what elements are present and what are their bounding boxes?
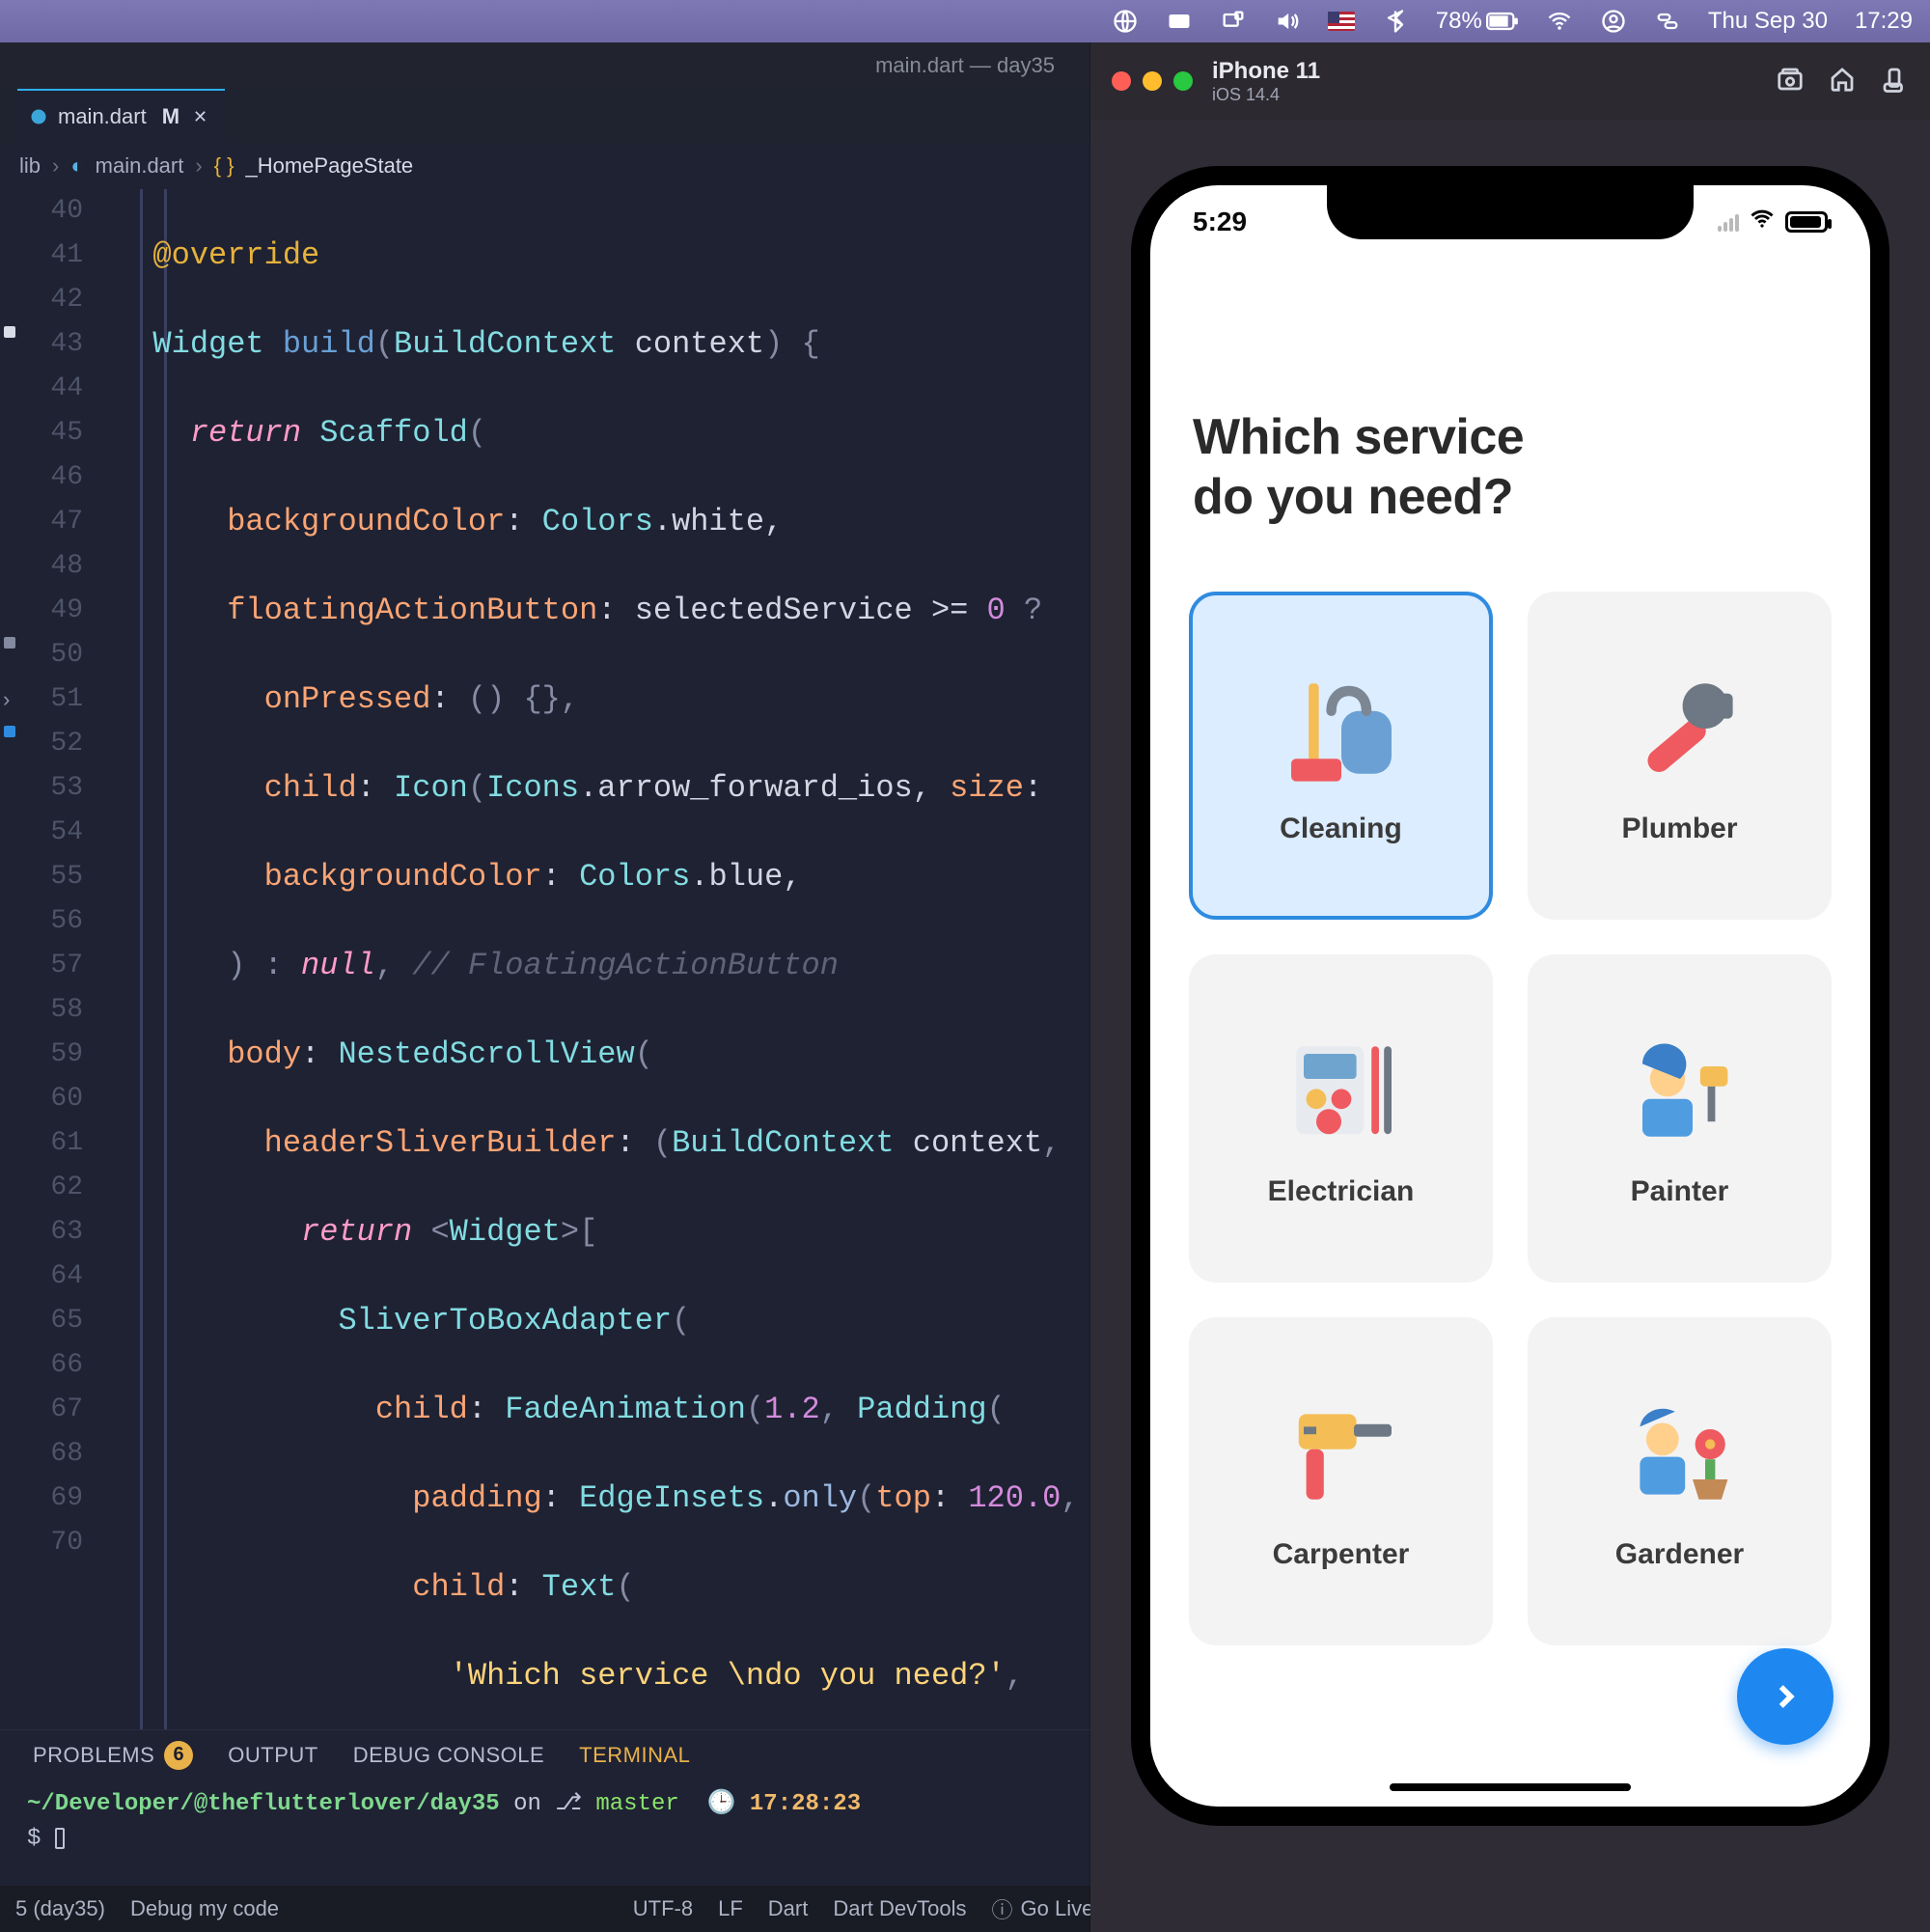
chevron-right-icon: › [195, 153, 202, 179]
dart-file-icon: ◐ [70, 153, 83, 179]
bluetooth-icon[interactable] [1382, 8, 1409, 35]
terminal-time: 17:28:23 [750, 1791, 861, 1817]
symbol-class-icon: { } [214, 153, 234, 179]
panel-tab-problems[interactable]: PROBLEMS 6 [33, 1741, 193, 1770]
service-label: Carpenter [1273, 1538, 1410, 1571]
simulator-window: iPhone 11 iOS 14.4 5:29 [1090, 42, 1930, 1932]
service-label: Cleaning [1280, 813, 1402, 845]
mac-menubar: 78% Thu Sep 30 17:29 [0, 0, 1930, 42]
volume-icon[interactable] [1274, 8, 1301, 35]
input-flag-us[interactable] [1328, 12, 1355, 31]
arrow-forward-icon [1769, 1680, 1802, 1713]
menubar-time[interactable]: 17:29 [1855, 8, 1913, 35]
control-center-icon[interactable] [1654, 8, 1681, 35]
zoom-window-button[interactable] [1173, 71, 1193, 91]
service-card-electrician[interactable]: Electrician [1189, 954, 1493, 1283]
terminal-prompt: $ [27, 1826, 41, 1852]
service-grid: Cleaning Plumber Electri [1150, 528, 1870, 1684]
panel-tab-debug-console[interactable]: DEBUG CONSOLE [353, 1743, 544, 1768]
plumber-icon [1617, 666, 1743, 791]
display-icon[interactable] [1220, 8, 1247, 35]
tab-label: main.dart [58, 104, 147, 129]
phone-time: 5:29 [1193, 207, 1247, 237]
tab-modified-badge: M [162, 104, 179, 129]
painter-icon [1617, 1029, 1743, 1154]
service-card-carpenter[interactable]: Carpenter [1189, 1317, 1493, 1645]
dart-file-icon [29, 107, 48, 126]
service-card-painter[interactable]: Painter [1528, 954, 1832, 1283]
breadcrumb-file[interactable]: main.dart [96, 153, 184, 179]
home-icon[interactable] [1828, 65, 1857, 98]
service-label: Plumber [1621, 813, 1737, 845]
service-label: Electrician [1268, 1175, 1415, 1208]
sb-debug-config[interactable]: Debug my code [130, 1896, 279, 1921]
service-label: Painter [1631, 1175, 1729, 1208]
battery-icon [1785, 211, 1828, 233]
simulator-os-version: iOS 14.4 [1212, 85, 1320, 105]
phone-screen[interactable]: 5:29 Which service do you need? [1150, 185, 1870, 1807]
service-label: Gardener [1615, 1538, 1744, 1571]
service-card-cleaning[interactable]: Cleaning [1189, 592, 1493, 920]
problems-count-badge: 6 [164, 1741, 193, 1770]
sb-encoding[interactable]: UTF-8 [633, 1896, 693, 1921]
traffic-lights[interactable] [1112, 71, 1193, 91]
home-indicator[interactable] [1390, 1783, 1631, 1791]
phone-statusbar: 5:29 [1150, 203, 1870, 241]
terminal-cwd: ~/Developer/@theflutterlover/day35 [27, 1791, 500, 1817]
gardener-icon [1617, 1392, 1743, 1517]
simulator-titlebar[interactable]: iPhone 11 iOS 14.4 [1090, 42, 1930, 120]
sb-language[interactable]: Dart [768, 1896, 809, 1921]
app-content: Which service do you need? Cleaning [1150, 282, 1870, 1807]
simulator-stage: 5:29 Which service do you need? [1090, 120, 1930, 1932]
service-card-gardener[interactable]: Gardener [1528, 1317, 1832, 1645]
page-title: Which service do you need? [1150, 282, 1870, 528]
fab-next-button[interactable] [1737, 1648, 1834, 1745]
wifi-icon [1749, 206, 1776, 239]
sb-eol[interactable]: LF [718, 1896, 743, 1921]
panel-tab-terminal[interactable]: TERMINAL [579, 1743, 690, 1768]
user-icon[interactable] [1600, 8, 1627, 35]
close-icon[interactable]: ✕ [193, 107, 207, 127]
globe-icon[interactable] [1112, 8, 1139, 35]
sb-project[interactable]: 5 (day35) [15, 1896, 105, 1921]
terminal-branch: master [595, 1791, 678, 1817]
carpenter-icon [1279, 1392, 1404, 1517]
phone-frame: 5:29 Which service do you need? [1131, 166, 1889, 1826]
simulator-device-name: iPhone 11 [1212, 58, 1320, 85]
simulator-titles: iPhone 11 iOS 14.4 [1212, 58, 1320, 105]
battery-status[interactable]: 78% [1436, 8, 1519, 35]
battery-percent: 78% [1436, 8, 1482, 35]
tab-main-dart[interactable]: main.dart M ✕ [17, 89, 225, 143]
cleaning-icon [1279, 666, 1404, 791]
breadcrumb-folder[interactable]: lib [19, 153, 41, 179]
menubar-date[interactable]: Thu Sep 30 [1708, 8, 1828, 35]
cellular-signal-icon [1718, 212, 1739, 232]
sb-dart-devtools[interactable]: Dart DevTools [833, 1896, 966, 1921]
sb-go-live[interactable]: ⓘGo Live [991, 1893, 1093, 1924]
electrician-icon [1279, 1029, 1404, 1154]
service-card-plumber[interactable]: Plumber [1528, 592, 1832, 920]
terminal-cursor [55, 1828, 65, 1849]
wifi-icon[interactable] [1546, 8, 1573, 35]
screenshot-icon[interactable] [1776, 65, 1805, 98]
rotate-icon[interactable] [1880, 65, 1909, 98]
chevron-right-icon: › [52, 153, 59, 179]
line-number-gutter: 4041424344 4546474849 5051525354 5556575… [0, 189, 96, 1729]
panel-tab-output[interactable]: OUTPUT [228, 1743, 317, 1768]
breadcrumb-symbol[interactable]: _HomePageState [246, 153, 414, 179]
minimize-window-button[interactable] [1143, 71, 1162, 91]
caption-icon[interactable] [1166, 8, 1193, 35]
close-window-button[interactable] [1112, 71, 1131, 91]
